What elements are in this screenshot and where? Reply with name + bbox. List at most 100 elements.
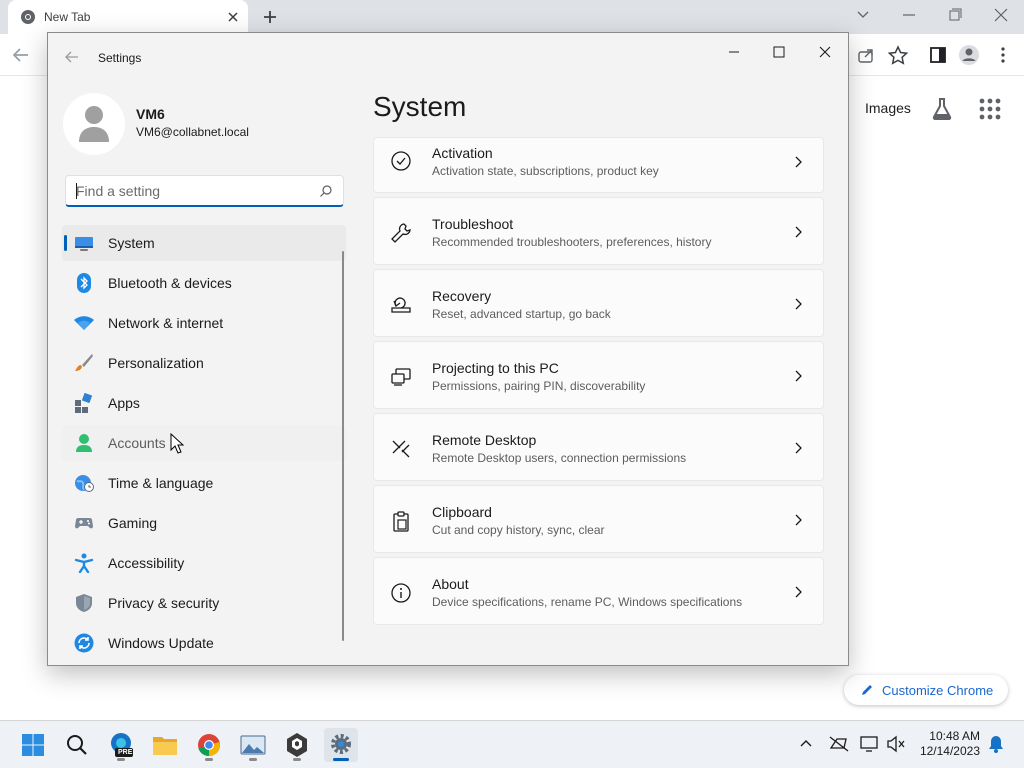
nav-label-accounts: Accounts: [108, 435, 166, 451]
tray-volume-muted-icon[interactable]: [886, 734, 906, 754]
card-description: Activation state, subscriptions, product…: [432, 164, 659, 178]
nav-scrollbar[interactable]: [342, 251, 344, 641]
ntp-images-link[interactable]: Images: [865, 100, 911, 116]
nav-item-personalization[interactable]: Personalization: [62, 345, 346, 381]
nav-label-gaming: Gaming: [108, 515, 158, 531]
close-window-icon[interactable]: [981, 4, 1021, 26]
find-setting-input[interactable]: [76, 182, 306, 199]
nav-item-windows-update[interactable]: Windows Update: [62, 625, 346, 661]
taskbar-clock[interactable]: 10:48 AM 12/14/2023: [912, 729, 980, 759]
card-clipboard[interactable]: Clipboard Cut and copy history, sync, cl…: [373, 485, 824, 553]
card-about[interactable]: About Device specifications, rename PC, …: [373, 557, 824, 625]
shield-icon: [76, 594, 92, 612]
nav-item-bluetooth-devices[interactable]: Bluetooth & devices: [62, 265, 346, 301]
brush-icon: [75, 354, 93, 371]
nav-item-accessibility[interactable]: Accessibility: [62, 545, 346, 581]
card-activation[interactable]: Activation Activation state, subscriptio…: [373, 137, 824, 193]
customize-chrome-label: Customize Chrome: [882, 682, 994, 698]
close-tab-icon[interactable]: [224, 8, 242, 26]
apps-icon: [75, 393, 93, 413]
nav-item-network-internet[interactable]: Network & internet: [62, 305, 346, 341]
user-name: VM6: [136, 106, 165, 122]
running-indicator: [249, 758, 257, 761]
bookmark-star-icon[interactable]: [885, 44, 911, 66]
nav-item-accounts[interactable]: Accounts: [62, 425, 346, 461]
nav-item-system[interactable]: System: [62, 225, 346, 261]
notification-bell-icon[interactable]: [986, 734, 1006, 754]
nav-item-time-language[interactable]: Time & language: [62, 465, 346, 501]
settings-gear-icon: [331, 734, 351, 754]
tab-new-tab[interactable]: New Tab: [8, 0, 248, 34]
page-title: System: [373, 91, 467, 122]
google-apps-grid-icon[interactable]: [977, 96, 1003, 122]
update-icon: [74, 633, 94, 653]
card-description: Permissions, pairing PIN, discoverabilit…: [432, 379, 646, 393]
find-setting-search-box[interactable]: [65, 175, 344, 207]
settings-minimize-icon[interactable]: [719, 43, 749, 61]
settings-close-icon[interactable]: [810, 43, 840, 61]
running-indicator: [117, 758, 125, 761]
accessibility-icon: [74, 553, 94, 573]
share-icon[interactable]: [853, 44, 879, 66]
chrome-menu-icon[interactable]: [990, 44, 1016, 66]
taskbar-settings[interactable]: [324, 728, 358, 762]
card-recovery[interactable]: Recovery Reset, advanced startup, go bac…: [373, 269, 824, 337]
new-tab-plus-icon[interactable]: [258, 6, 282, 28]
nav-item-gaming[interactable]: Gaming: [62, 505, 346, 541]
side-panel-icon[interactable]: [925, 44, 951, 66]
restore-icon[interactable]: [935, 4, 975, 26]
card-remote-desktop[interactable]: Remote Desktop Remote Desktop users, con…: [373, 413, 824, 481]
user-avatar[interactable]: [63, 93, 125, 155]
search-icon: [67, 735, 87, 755]
taskbar-photos[interactable]: [236, 728, 270, 762]
show-hidden-icons-chevron-icon[interactable]: [798, 736, 814, 752]
clock-date: 12/14/2023: [919, 744, 980, 758]
taskbar-chrome[interactable]: [192, 728, 226, 762]
card-description: Device specifications, rename PC, Window…: [432, 595, 743, 609]
nav-label-bluetooth: Bluetooth & devices: [108, 275, 232, 291]
gamepad-icon: [75, 518, 93, 529]
tray-network-disconnected-icon[interactable]: [828, 734, 850, 754]
tab-search-chevron-icon[interactable]: [843, 4, 883, 26]
taskbar-network-tool[interactable]: [280, 728, 314, 762]
tray-display-icon[interactable]: [858, 734, 882, 754]
profile-avatar-icon[interactable]: [956, 44, 982, 66]
chevron-right-icon: [795, 442, 802, 454]
tab-title: New Tab: [44, 10, 91, 24]
active-indicator: [333, 758, 349, 761]
nav-label-apps: Apps: [108, 395, 140, 411]
card-projecting[interactable]: Projecting to this PC Permissions, pairi…: [373, 341, 824, 409]
edge-preview-icon: [111, 733, 133, 757]
nav-item-apps[interactable]: Apps: [62, 385, 346, 421]
nav-label-system: System: [108, 235, 155, 251]
taskbar-search-button[interactable]: [60, 728, 94, 762]
wifi-icon: [74, 316, 94, 330]
taskbar-edge-preview[interactable]: PRE: [104, 728, 138, 762]
minimize-icon[interactable]: [889, 4, 929, 26]
chevron-right-icon: [795, 586, 802, 598]
customize-chrome-button[interactable]: Customize Chrome: [844, 675, 1008, 705]
card-description: Cut and copy history, sync, clear: [432, 523, 605, 537]
globe-clock-icon: [75, 475, 94, 492]
chevron-right-icon: [795, 298, 802, 310]
chrome-tab-strip: New Tab: [0, 0, 1024, 34]
nav-item-privacy-security[interactable]: Privacy & security: [62, 585, 346, 621]
card-title: Clipboard: [432, 504, 492, 520]
taskbar-file-explorer[interactable]: [148, 728, 182, 762]
recovery-icon: [391, 297, 411, 313]
system-monitor-icon: [75, 237, 93, 251]
clock-time: 10:48 AM: [929, 729, 980, 743]
card-title: Troubleshoot: [432, 216, 514, 232]
pencil-icon: [862, 685, 872, 695]
card-troubleshoot[interactable]: Troubleshoot Recommended troubleshooters…: [373, 197, 824, 265]
labs-flask-icon[interactable]: [930, 96, 954, 122]
system-settings-list: Activation Activation state, subscriptio…: [373, 137, 824, 629]
chevron-right-icon: [795, 226, 802, 238]
settings-back-arrow-icon[interactable]: [62, 47, 82, 67]
chevron-right-icon: [795, 370, 802, 382]
activation-check-icon: [391, 151, 411, 171]
nav-label-accessibility: Accessibility: [108, 555, 185, 571]
start-button[interactable]: [16, 728, 50, 762]
back-arrow-icon[interactable]: [8, 44, 34, 66]
settings-maximize-icon[interactable]: [764, 43, 794, 61]
